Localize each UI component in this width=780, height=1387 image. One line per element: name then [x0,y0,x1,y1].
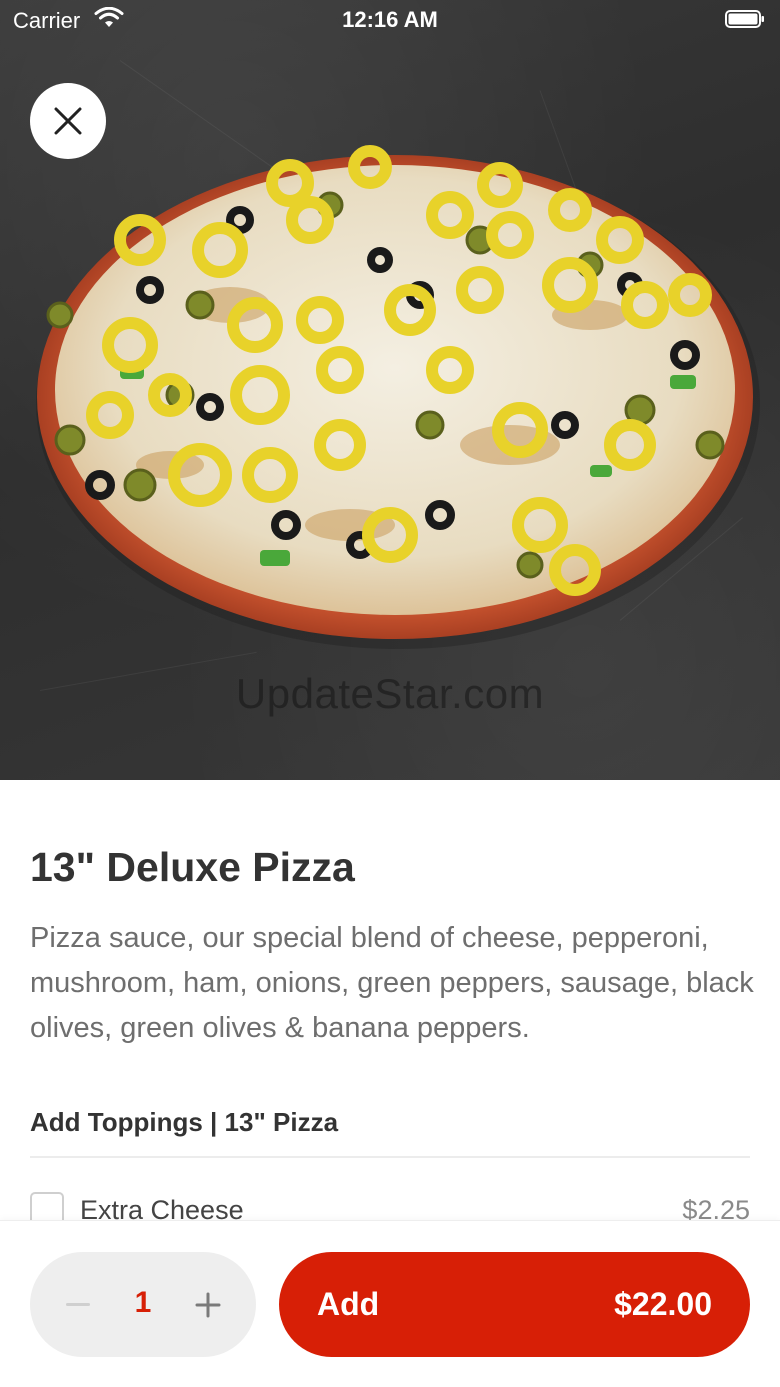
item-description: Pizza sauce, our special blend of cheese… [30,922,754,1044]
status-bar: Carrier 12:16 AM [0,0,780,40]
toppings-section-title: Add Toppings | 13" Pizza [30,1107,339,1137]
status-time: 12:16 AM [342,7,438,32]
increase-quantity-button[interactable] [190,1252,226,1357]
add-to-order-button[interactable]: Add $22.00 [279,1252,750,1357]
pizza-image [36,145,760,649]
add-button-total: $22.00 [614,1286,712,1322]
decrease-quantity-button[interactable] [60,1252,96,1357]
close-button[interactable] [30,83,106,159]
watermark-text: UpdateStar.com [235,670,545,717]
minus-icon [66,1303,90,1306]
order-bar: 1 Add $22.00 [0,1220,780,1387]
add-button-label: Add [317,1286,380,1322]
quantity-stepper: 1 [30,1252,256,1357]
plus-icon [195,1292,221,1317]
hero-image: UpdateStar.com [0,0,780,780]
item-title: 13" Deluxe Pizza [30,844,355,890]
section-divider [30,1156,750,1158]
close-icon [54,107,82,135]
quantity-value: 1 [134,1286,152,1319]
battery-icon [725,10,764,28]
